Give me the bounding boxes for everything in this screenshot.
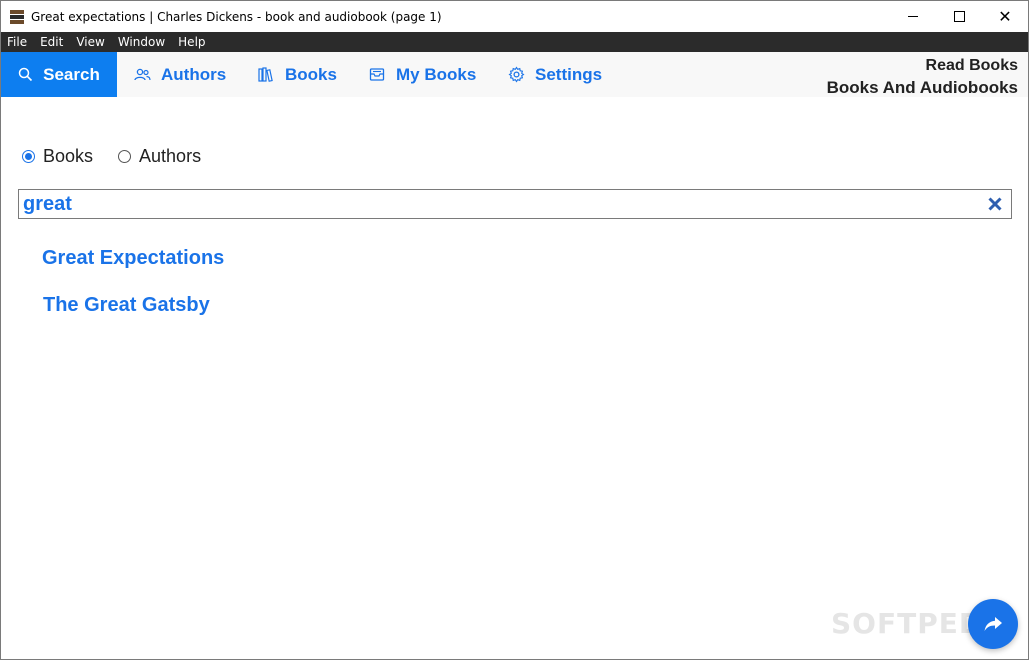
share-icon [984, 617, 1002, 631]
gear-icon [508, 66, 525, 83]
search-input[interactable] [19, 191, 973, 217]
close-icon [988, 197, 1002, 211]
tab-books-label: Books [285, 64, 337, 84]
menu-window[interactable]: Window [112, 32, 172, 52]
window-controls: ✕ [890, 1, 1028, 32]
brand-line-2: Books And Audiobooks [826, 78, 1018, 97]
inbox-icon [369, 67, 386, 82]
menu-edit[interactable]: Edit [34, 32, 70, 52]
close-icon: ✕ [998, 7, 1012, 26]
menu-file[interactable]: File [1, 32, 34, 52]
maximize-button[interactable] [936, 1, 982, 32]
search-mode-group: Books Authors [22, 146, 226, 167]
minimize-button[interactable] [890, 1, 936, 32]
menu-view[interactable]: View [70, 32, 111, 52]
radio-books[interactable] [22, 150, 35, 163]
tab-search-label: Search [43, 64, 100, 84]
radio-authors[interactable] [118, 150, 132, 163]
app-window: Great expectations | Charles Dickens - b… [0, 0, 1029, 660]
search-box [18, 189, 1012, 219]
share-button[interactable] [968, 599, 1018, 649]
minimize-icon [908, 16, 918, 17]
books-icon [258, 67, 275, 82]
brand-title: Read Books Books And Audiobooks [827, 55, 1018, 99]
brand-line-1: Read Books [925, 57, 1018, 74]
maximize-icon [953, 11, 965, 22]
menu-bar: File Edit View Window Help [1, 32, 1028, 52]
clear-search-button[interactable] [984, 193, 1006, 215]
radio-books-label[interactable]: Books [43, 146, 93, 167]
window-title: Great expectations | Charles Dickens - b… [31, 9, 442, 24]
tab-my-books[interactable]: My Books [369, 52, 476, 97]
tab-search[interactable]: Search [1, 52, 117, 97]
result-item[interactable]: The Great Gatsby [43, 294, 210, 317]
radio-authors-label[interactable]: Authors [139, 146, 201, 167]
tab-books[interactable]: Books [258, 52, 337, 97]
app-books-icon [10, 9, 24, 24]
tab-authors[interactable]: Authors [134, 52, 226, 97]
users-icon [134, 68, 151, 82]
title-bar: Great expectations | Charles Dickens - b… [1, 1, 1028, 32]
tab-settings-label: Settings [535, 64, 603, 84]
tab-my-books-label: My Books [396, 64, 477, 84]
tab-authors-label: Authors [161, 64, 227, 84]
tab-settings[interactable]: Settings [508, 52, 602, 97]
close-button[interactable]: ✕ [982, 1, 1028, 32]
menu-help[interactable]: Help [172, 32, 212, 52]
search-icon [18, 67, 33, 82]
result-item[interactable]: Great Expectations [42, 247, 224, 270]
nav-bar: Search Authors Books My Books Settings R… [1, 52, 1028, 97]
